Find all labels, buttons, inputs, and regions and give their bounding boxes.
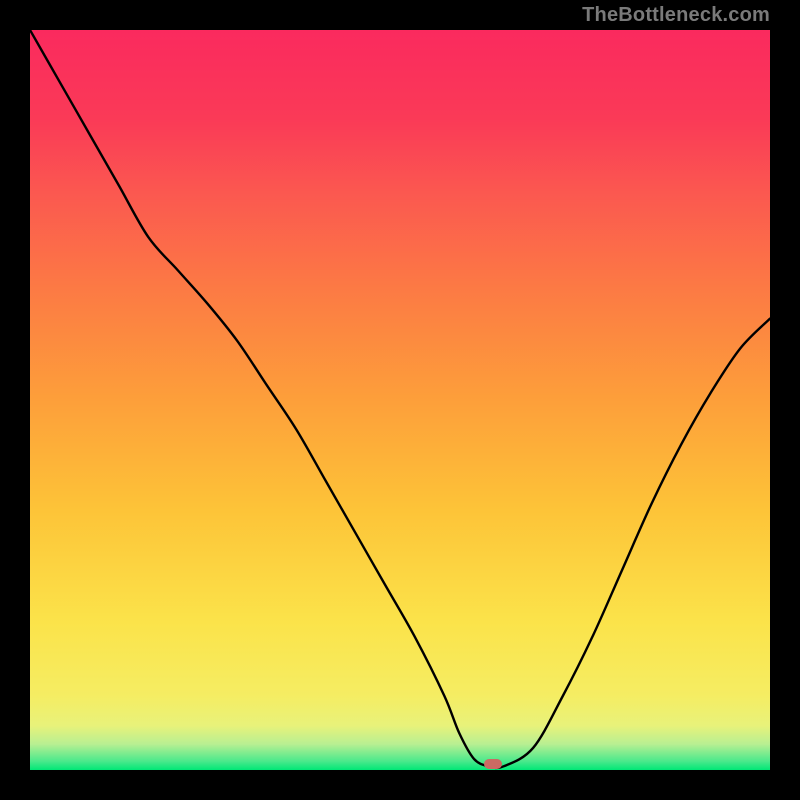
bottleneck-curve: [30, 30, 770, 770]
chart-frame: TheBottleneck.com: [0, 0, 800, 800]
plot-area: [30, 30, 770, 770]
attribution-label: TheBottleneck.com: [582, 4, 770, 27]
optimal-point-marker: [484, 759, 502, 769]
